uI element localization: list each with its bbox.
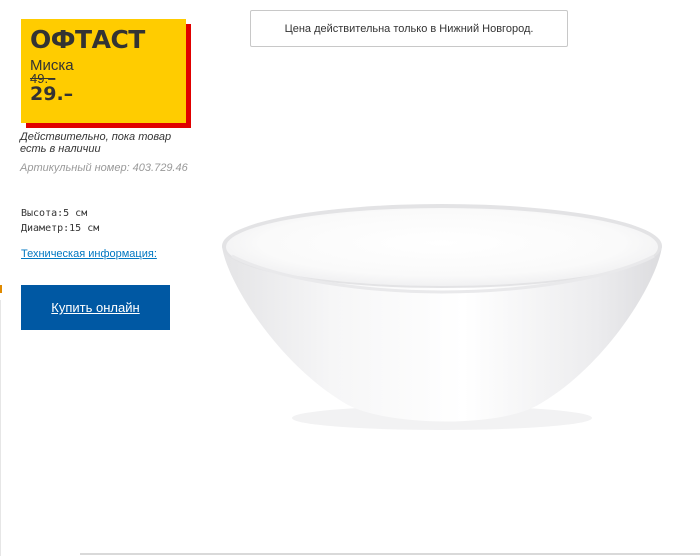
diameter-value: Диаметр:15 см <box>21 223 100 234</box>
article-number: Артикульный номер: 403.729.46 <box>20 162 188 174</box>
buy-online-button-label: Купить онлайн <box>51 300 140 315</box>
height-value: Высота:5 см <box>21 208 88 219</box>
white-bowl-image <box>222 204 662 430</box>
price-tag: ОФТАСТ Миска 49.– 29.– <box>21 19 186 123</box>
bottom-divider <box>80 553 700 555</box>
city-price-notice: Цена действительна только в Нижний Новго… <box>250 10 568 47</box>
left-edge-divider <box>0 300 1 556</box>
new-price: 29.– <box>30 83 74 105</box>
dimensions: Высота:5 см Диаметр:15 см <box>21 206 99 236</box>
left-edge-marker <box>0 285 2 293</box>
availability-note: Действительно, пока товар есть в наличии <box>20 131 172 155</box>
product-name: ОФТАСТ <box>30 25 145 54</box>
technical-info-link[interactable]: Техническая информация: <box>21 248 157 260</box>
buy-online-button[interactable]: Купить онлайн <box>21 285 170 330</box>
